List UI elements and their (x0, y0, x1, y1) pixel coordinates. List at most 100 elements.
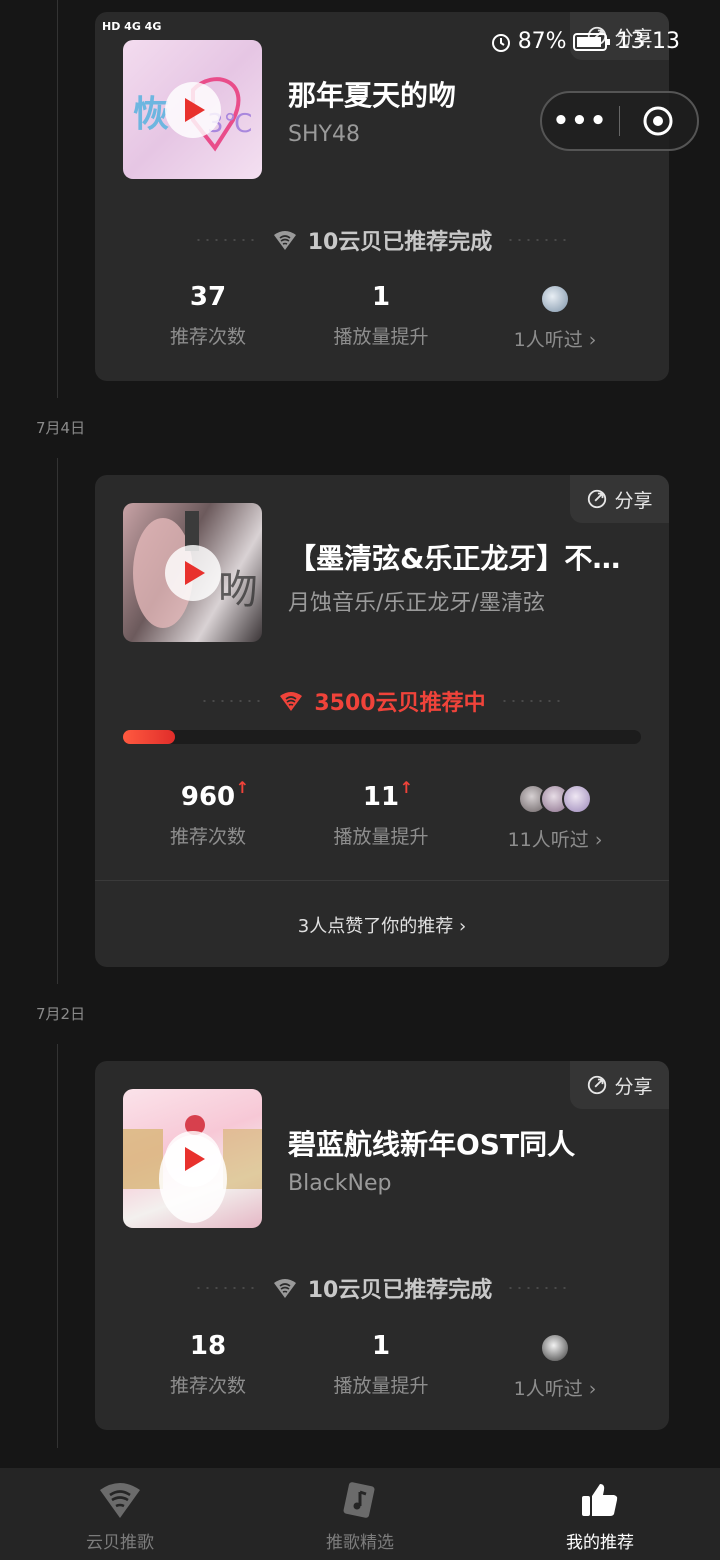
avatar (540, 284, 570, 314)
song-title[interactable]: 碧蓝航线新年OST同人 (288, 1123, 633, 1163)
play-icon (185, 560, 205, 585)
tab-featured[interactable]: 推歌精选 (240, 1468, 480, 1560)
song-artist: 月蚀音乐/乐正龙牙/墨清弦 (288, 591, 545, 616)
play-boost-stat: 1 播放量提升 (296, 282, 466, 349)
share-label: 分享 (614, 489, 653, 512)
divider-dots (499, 700, 564, 702)
listeners-link[interactable]: 11人听过 › (470, 784, 640, 852)
target-icon (643, 106, 673, 136)
album-cover[interactable] (123, 1089, 262, 1228)
share-label: 分享 (614, 1075, 653, 1098)
play-boost-count: 1 (371, 282, 391, 312)
battery-icon (572, 32, 610, 51)
cloud-shell-icon (100, 1483, 140, 1518)
listeners-link[interactable]: 1人听过 › (470, 284, 640, 352)
play-boost-label: 播放量提升 (333, 1375, 429, 1397)
battery-percent: 87% (517, 29, 567, 54)
avatar (562, 784, 592, 814)
divider-dots (193, 1287, 258, 1289)
listeners-text: 11人听过 (507, 829, 589, 851)
listeners-text: 1人听过 (513, 1378, 583, 1400)
share-button[interactable]: 分享 (570, 1061, 669, 1109)
card-divider (95, 880, 669, 881)
cloud-shell-icon (280, 692, 303, 711)
share-icon (588, 1075, 607, 1095)
likes-text: 3人点赞了你的推荐 (297, 916, 454, 937)
recommend-count-stat: 37 推荐次数 (123, 282, 293, 349)
recommend-status: 10云贝已推荐完成 (95, 224, 669, 256)
song-artist: BlackNep (288, 1171, 392, 1196)
share-button[interactable]: 分享 (570, 475, 669, 523)
recommend-count-label: 推荐次数 (169, 826, 246, 848)
share-icon (588, 489, 607, 509)
timeline-line (57, 458, 58, 984)
play-button[interactable] (164, 544, 221, 601)
miniprogram-capsule: ••• (540, 91, 699, 151)
play-boost-label: 播放量提升 (333, 326, 429, 348)
svg-text:恢: 恢 (133, 94, 169, 135)
recommend-count: 18 (189, 1331, 227, 1361)
recommend-count-stat: 960 ↑ 推荐次数 (123, 778, 293, 849)
status-bar-right: 87% 13:13 (490, 29, 680, 54)
date-label: 7月2日 (36, 1005, 86, 1023)
recommend-count-label: 推荐次数 (169, 326, 246, 348)
recommend-count: 960 (180, 782, 236, 812)
tab-label: 推歌精选 (326, 1533, 394, 1553)
recommend-status: 10云贝已推荐完成 (95, 1272, 669, 1304)
divider-dots (506, 1287, 571, 1289)
recommend-count-stat: 18 推荐次数 (123, 1331, 293, 1398)
play-boost-label: 播放量提升 (333, 826, 429, 848)
recommendation-card[interactable]: 分享 恢 3℃ 那年夏天的吻 SHY48 10云贝已推荐完成 37 推荐次数 1… (95, 12, 669, 381)
listeners-link[interactable]: 1人听过 › (470, 1333, 640, 1401)
arrow-up-icon: ↑ (235, 778, 250, 797)
recommend-status: 3500云贝推荐中 (95, 685, 669, 717)
recommend-progress-fill (123, 730, 175, 744)
play-boost-stat: 11 ↑ 播放量提升 (296, 778, 466, 849)
play-boost-count: 1 (371, 1331, 391, 1361)
play-icon (185, 97, 205, 122)
likes-link[interactable]: 3人点赞了你的推荐 › (95, 912, 669, 938)
music-card-icon (343, 1482, 375, 1518)
play-button[interactable] (164, 1130, 221, 1187)
chevron-right-icon: › (458, 916, 467, 937)
bottom-tab-bar: 云贝推歌 推歌精选 我的推荐 (0, 1468, 720, 1560)
divider-dots (193, 239, 258, 241)
play-icon (185, 1146, 205, 1171)
recommend-status-text: 3500云贝推荐中 (314, 691, 486, 716)
clock-time: 13:13 (616, 29, 680, 54)
thumbs-up-icon (582, 1484, 618, 1516)
recommend-count-label: 推荐次数 (169, 1375, 246, 1397)
listener-avatars (470, 1333, 640, 1365)
listener-avatars (470, 284, 640, 316)
recommend-progress-bar (123, 730, 641, 744)
avatar (540, 1333, 570, 1363)
tab-cloud-shell[interactable]: 云贝推歌 (0, 1468, 240, 1560)
cloud-shell-icon (273, 1279, 296, 1298)
recommendation-card[interactable]: 分享 碧蓝航线新年OST同人 BlackNep 10云贝已推荐完成 18 推荐次… (95, 1061, 669, 1430)
tab-my-recommend[interactable]: 我的推荐 (480, 1468, 720, 1560)
chevron-right-icon: › (594, 829, 603, 851)
play-button[interactable] (164, 81, 221, 138)
chevron-right-icon: › (588, 1378, 597, 1400)
more-button[interactable]: ••• (542, 106, 619, 136)
alarm-icon (491, 33, 510, 52)
tab-label: 云贝推歌 (86, 1533, 154, 1553)
recommend-status-text: 10云贝已推荐完成 (307, 230, 493, 255)
close-button[interactable] (620, 105, 697, 137)
song-title[interactable]: 【墨清弦&乐正龙牙】不… (288, 537, 633, 577)
song-artist: SHY48 (288, 122, 360, 147)
timeline-line (57, 1044, 58, 1448)
listener-avatars (470, 784, 640, 816)
album-cover[interactable]: 吻 (123, 503, 262, 642)
svg-text:吻: 吻 (218, 567, 258, 613)
status-bar-network: HD 4G 4G (102, 20, 162, 33)
recommend-status-text: 10云贝已推荐完成 (307, 1278, 493, 1303)
tab-label: 我的推荐 (566, 1533, 634, 1553)
cloud-shell-icon (273, 231, 296, 250)
play-boost-count: 11 (362, 782, 400, 812)
album-cover[interactable]: 恢 3℃ (123, 40, 262, 179)
timeline-line (57, 0, 58, 398)
arrow-up-icon: ↑ (399, 778, 414, 797)
divider-dots (506, 239, 571, 241)
recommendation-card[interactable]: 分享 吻 【墨清弦&乐正龙牙】不… 月蚀音乐/乐正龙牙/墨清弦 3500云贝推荐… (95, 475, 669, 967)
